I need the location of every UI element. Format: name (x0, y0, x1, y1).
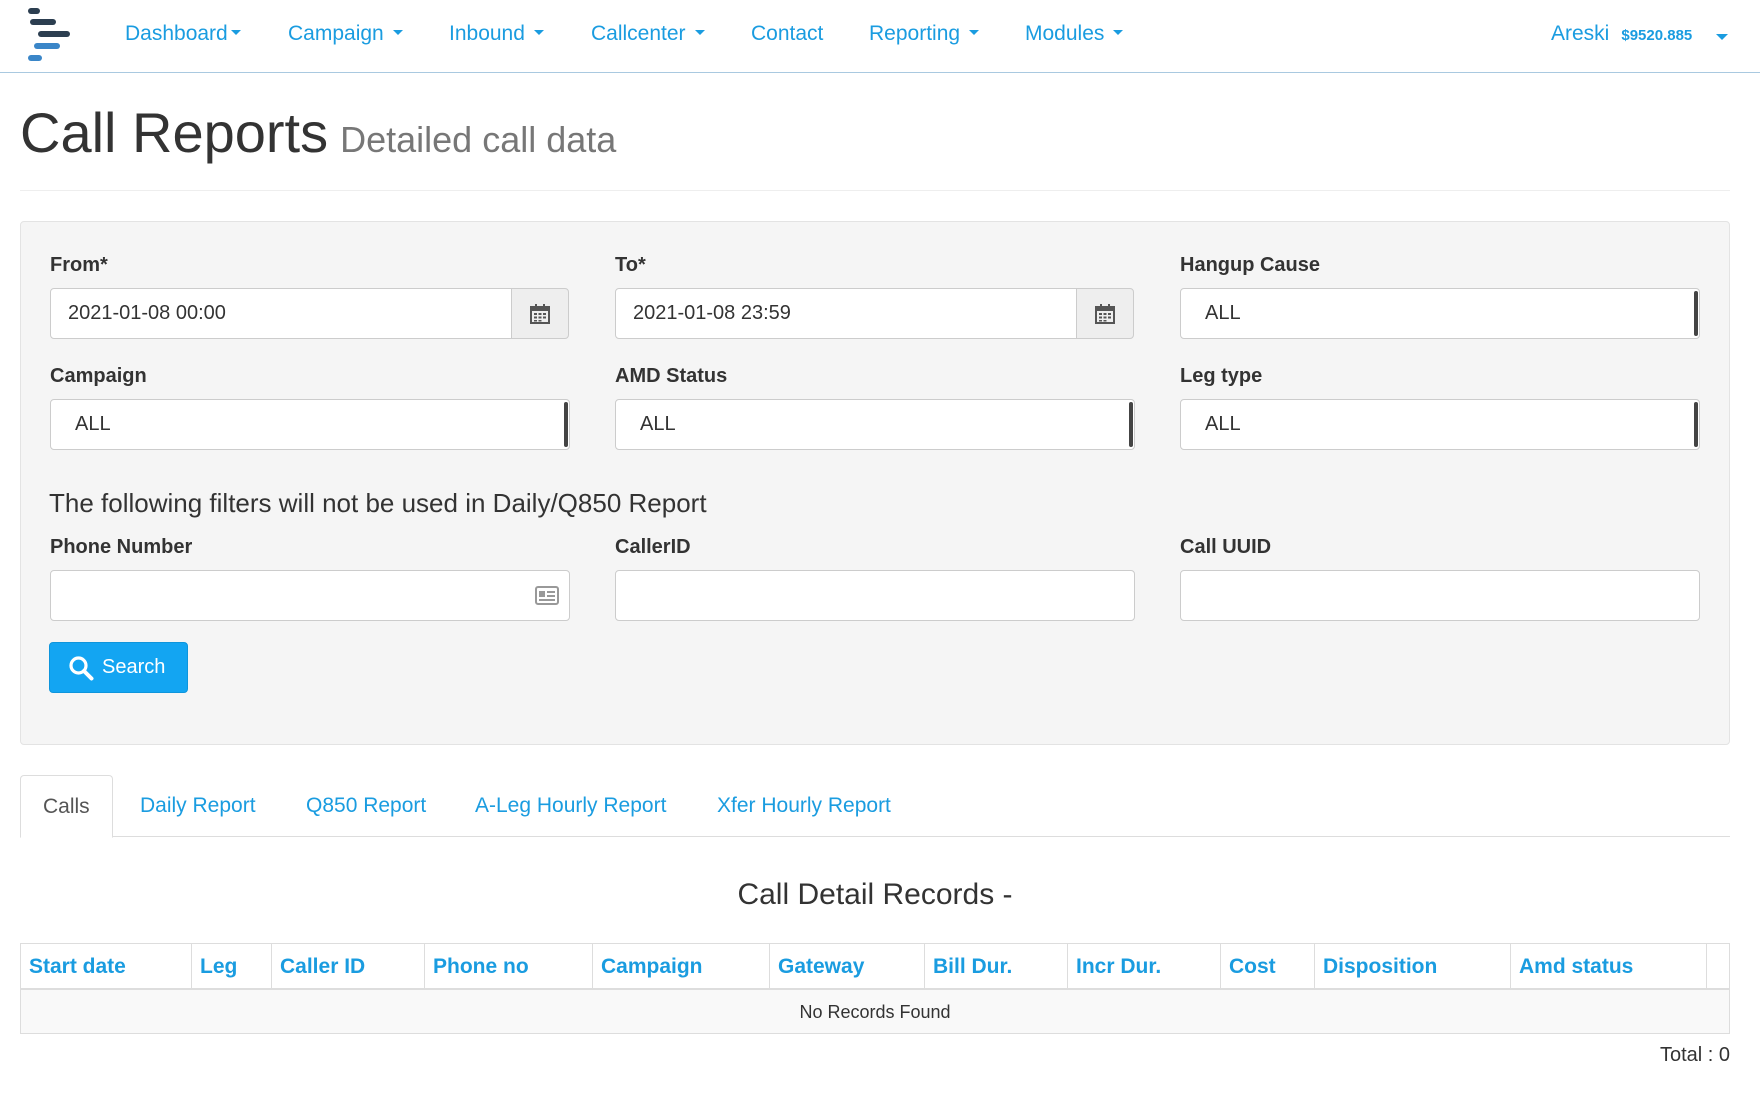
call-uuid-input[interactable] (1180, 570, 1700, 621)
nav-contact-label: Contact (751, 22, 824, 45)
nav-campaign-label: Campaign (288, 22, 384, 45)
chevron-down-icon (533, 29, 544, 35)
leg-type-value: ALL (1205, 413, 1241, 435)
col-amd-status[interactable]: Amd status (1511, 944, 1707, 989)
tab-q850-report[interactable]: Q850 Report (284, 775, 448, 837)
campaign-label: Campaign (50, 365, 147, 387)
table-empty-row: No Records Found (20, 990, 1730, 1034)
page-title-text: Call Reports (20, 101, 329, 164)
nav-dashboard-label: Dashboard (125, 22, 228, 45)
tab-calls[interactable]: Calls (20, 775, 113, 838)
calendar-icon[interactable] (511, 288, 569, 339)
page-subtitle: Detailed call data (340, 119, 617, 160)
user-name: Areski (1551, 22, 1610, 45)
campaign-value: ALL (75, 413, 111, 435)
col-incr-dur[interactable]: Incr Dur. (1068, 944, 1221, 989)
filters-note: The following filters will not be used i… (49, 488, 707, 518)
col-cost[interactable]: Cost (1221, 944, 1315, 989)
user-menu[interactable]: Areski $9520.885 (1551, 22, 1692, 46)
account-balance: $9520.885 (1621, 27, 1693, 44)
callerid-input[interactable] (615, 570, 1135, 621)
select-handle (1694, 291, 1698, 336)
from-date-input[interactable]: 2021-01-08 00:00 (50, 288, 512, 339)
col-disposition[interactable]: Disposition (1315, 944, 1511, 989)
col-campaign[interactable]: Campaign (593, 944, 770, 989)
phone-number-label: Phone Number (50, 536, 193, 558)
calendar-icon[interactable] (1076, 288, 1134, 339)
col-start-date[interactable]: Start date (21, 944, 192, 989)
call-uuid-label: Call UUID (1180, 536, 1272, 558)
from-label: From* (50, 254, 108, 276)
table-title: Call Detail Records - (737, 878, 1013, 911)
amd-status-value: ALL (640, 413, 676, 435)
chevron-down-icon[interactable] (1716, 34, 1728, 40)
tab-a-leg-hourly-report[interactable]: A-Leg Hourly Report (453, 775, 688, 837)
chevron-down-icon (694, 29, 705, 35)
chevron-down-icon (230, 29, 241, 35)
nav-modules-label: Modules (1025, 22, 1105, 45)
nav-inbound-label: Inbound (449, 22, 525, 45)
col-caller-id[interactable]: Caller ID (272, 944, 425, 989)
nav-reporting-label: Reporting (869, 22, 961, 45)
col-bill-dur[interactable]: Bill Dur. (925, 944, 1068, 989)
nav-dashboard[interactable]: Dashboard (125, 22, 241, 46)
app-logo[interactable] (26, 6, 76, 64)
search-icon (69, 655, 94, 680)
search-button[interactable]: Search (49, 642, 188, 693)
to-date-input[interactable]: 2021-01-08 23:59 (615, 288, 1077, 339)
nav-modules[interactable]: Modules (1025, 22, 1124, 46)
table-total: Total : 0 (1659, 1044, 1730, 1066)
tab-xfer-hourly-report[interactable]: Xfer Hourly Report (695, 775, 913, 837)
nav-callcenter-label: Callcenter (591, 22, 686, 45)
callerid-label: CallerID (615, 536, 691, 558)
amd-status-select[interactable]: ALL (615, 399, 1135, 450)
chevron-down-icon (392, 29, 403, 35)
leg-type-label: Leg type (1180, 365, 1263, 387)
hangup-cause-label: Hangup Cause (1180, 254, 1321, 276)
to-label: To* (615, 254, 646, 276)
leg-type-select[interactable]: ALL (1180, 399, 1700, 450)
select-handle (564, 402, 568, 447)
table-header: Start date Leg Caller ID Phone no Campai… (20, 943, 1730, 990)
phone-number-input[interactable] (50, 570, 570, 621)
select-handle (1694, 402, 1698, 447)
nav-inbound[interactable]: Inbound (449, 22, 544, 46)
col-phone-no[interactable]: Phone no (425, 944, 593, 989)
select-handle (1129, 402, 1133, 447)
chevron-down-icon (969, 29, 980, 35)
chevron-down-icon (1113, 29, 1124, 35)
page-title: Call Reports Detailed call data (20, 100, 616, 165)
col-leg[interactable]: Leg (192, 944, 272, 989)
contact-card-icon (535, 586, 559, 610)
nav-campaign[interactable]: Campaign (288, 22, 403, 46)
nav-callcenter[interactable]: Callcenter (591, 22, 705, 46)
search-button-label: Search (102, 656, 166, 678)
col-gateway[interactable]: Gateway (770, 944, 925, 989)
tab-daily-report[interactable]: Daily Report (118, 775, 278, 837)
nav-reporting[interactable]: Reporting (869, 22, 980, 46)
header-divider (20, 190, 1730, 191)
amd-status-label: AMD Status (615, 365, 728, 387)
campaign-select[interactable]: ALL (50, 399, 570, 450)
hangup-cause-value: ALL (1205, 302, 1241, 324)
top-navbar: Dashboard Campaign Inbound Callcenter Co… (0, 0, 1760, 73)
hangup-cause-select[interactable]: ALL (1180, 288, 1700, 339)
nav-contact[interactable]: Contact (751, 22, 823, 46)
